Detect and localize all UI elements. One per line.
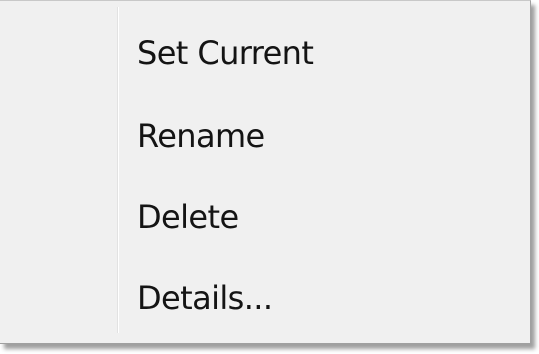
menu-item-label: Delete — [137, 198, 239, 236]
menu-item-label: Details... — [137, 279, 273, 317]
menu-item-set-current[interactable]: Set Current — [0, 18, 530, 88]
menu-item-delete[interactable]: Delete — [0, 182, 530, 252]
context-menu: Set Current Rename Delete Details... — [0, 0, 531, 344]
menu-item-label: Rename — [137, 117, 265, 155]
menu-item-label: Set Current — [137, 34, 314, 72]
menu-item-rename[interactable]: Rename — [0, 101, 530, 171]
menu-item-details[interactable]: Details... — [0, 263, 530, 333]
